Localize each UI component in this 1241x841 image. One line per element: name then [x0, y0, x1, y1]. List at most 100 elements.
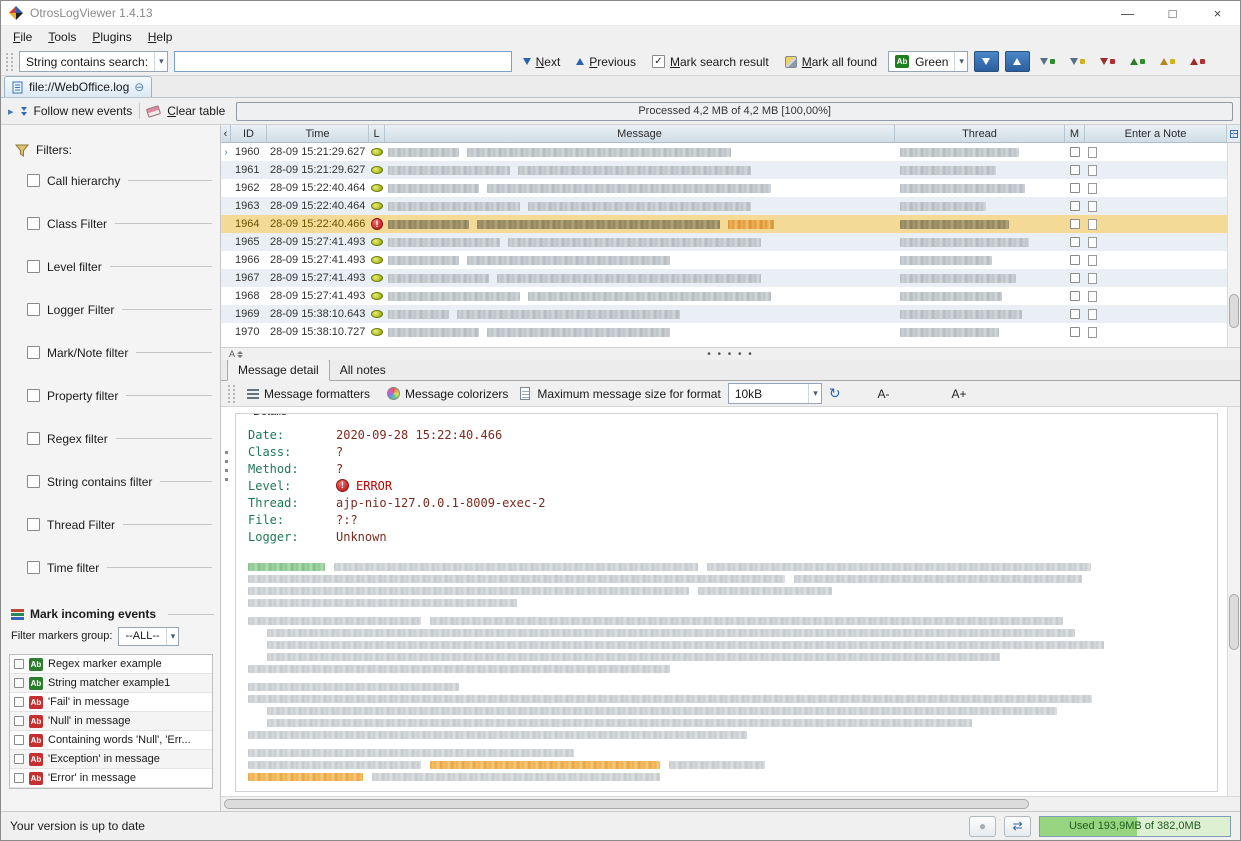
message-colorizers-button[interactable]: Message colorizers: [382, 384, 513, 404]
marker-checkbox[interactable]: [14, 678, 24, 688]
cell-note[interactable]: [1085, 197, 1227, 215]
column-header-thread[interactable]: Thread: [895, 125, 1065, 142]
search-mode-select[interactable]: String contains search: ▾: [19, 51, 168, 72]
column-header-id[interactable]: ID: [231, 125, 267, 142]
column-header-message[interactable]: Message: [385, 125, 895, 142]
marker-checkbox[interactable]: [14, 697, 24, 707]
row-mark-checkbox[interactable]: [1070, 183, 1080, 193]
marker-checkbox[interactable]: [14, 659, 24, 669]
filter-checkbox[interactable]: [27, 475, 40, 488]
marker-checkbox[interactable]: [14, 754, 24, 764]
filter-checkbox[interactable]: [27, 174, 40, 187]
row-mark-checkbox[interactable]: [1070, 309, 1080, 319]
filter-item[interactable]: Time filter: [1, 546, 220, 589]
cell-note[interactable]: [1085, 251, 1227, 269]
filter-item[interactable]: String contains filter: [1, 460, 220, 503]
filter-checkbox[interactable]: [27, 346, 40, 359]
markers-group-select[interactable]: --ALL-- ▾: [118, 627, 179, 646]
scroll-to-bottom-button[interactable]: [974, 51, 999, 72]
filter-item[interactable]: Mark/Note filter: [1, 331, 220, 374]
filter-item[interactable]: Level filter: [1, 245, 220, 288]
scrollbar-thumb[interactable]: [1229, 594, 1239, 650]
collapse-left-icon[interactable]: ‹: [224, 128, 228, 140]
log-row-1963[interactable]: 1963 28-09 15:22:40.464: [221, 197, 1227, 215]
log-row-1969[interactable]: 1969 28-09 15:38:10.643: [221, 305, 1227, 323]
log-row-1967[interactable]: 1967 28-09 15:27:41.493: [221, 269, 1227, 287]
marker-row[interactable]: Ab 'Exception' in message: [10, 750, 212, 769]
filter-item[interactable]: Call hierarchy: [1, 159, 220, 202]
column-header-mark[interactable]: M: [1065, 125, 1085, 142]
detail-horizontal-scrollbar[interactable]: [221, 796, 1240, 811]
row-mark-checkbox[interactable]: [1070, 147, 1080, 157]
jump-prev-marked-yellow-button[interactable]: [1156, 51, 1180, 72]
close-button[interactable]: ×: [1195, 1, 1240, 25]
max-size-select[interactable]: 10kB ▾: [728, 383, 822, 404]
filter-item[interactable]: Class Filter: [1, 202, 220, 245]
menu-item-help[interactable]: Help: [140, 28, 181, 46]
detail-vertical-scrollbar[interactable]: [1227, 407, 1240, 796]
marker-checkbox[interactable]: [14, 773, 24, 783]
menu-item-file[interactable]: File: [5, 28, 40, 46]
jump-prev-marked-green-button[interactable]: [1126, 51, 1150, 72]
tab-message-detail[interactable]: Message detail: [227, 359, 330, 381]
filter-item[interactable]: Thread Filter: [1, 503, 220, 546]
mark-all-found-button[interactable]: Mark all found: [780, 52, 882, 72]
table-columns-config-button[interactable]: [1227, 125, 1240, 143]
jump-next-marked-yellow-button[interactable]: [1066, 51, 1090, 72]
table-vertical-scrollbar[interactable]: [1227, 125, 1240, 347]
marker-checkbox[interactable]: [14, 735, 24, 745]
log-row-1964[interactable]: 1964 28-09 15:22:40.466 !: [221, 215, 1227, 233]
filter-item[interactable]: Regex filter: [1, 417, 220, 460]
row-mark-checkbox[interactable]: [1070, 291, 1080, 301]
cell-note[interactable]: [1085, 323, 1227, 341]
filter-checkbox[interactable]: [27, 432, 40, 445]
filter-checkbox[interactable]: [27, 561, 40, 574]
filter-checkbox[interactable]: [27, 518, 40, 531]
menu-item-tools[interactable]: Tools: [40, 28, 84, 46]
row-mark-checkbox[interactable]: [1070, 237, 1080, 247]
jump-next-marked-green-button[interactable]: [1036, 51, 1060, 72]
marker-row[interactable]: Ab 'Fail' in message: [10, 693, 212, 712]
cell-note[interactable]: [1085, 233, 1227, 251]
gc-button[interactable]: ●: [969, 816, 996, 837]
marker-row[interactable]: Ab 'Error' in message: [10, 769, 212, 788]
filter-checkbox[interactable]: [27, 303, 40, 316]
filter-checkbox[interactable]: [27, 389, 40, 402]
splitter-handle[interactable]: • • • • •: [707, 349, 754, 360]
log-row-1965[interactable]: 1965 28-09 15:27:41.493: [221, 233, 1227, 251]
row-mark-checkbox[interactable]: [1070, 327, 1080, 337]
filter-checkbox[interactable]: [27, 260, 40, 273]
menu-item-plugins[interactable]: Plugins: [84, 28, 139, 46]
marker-row[interactable]: Ab Containing words 'Null', 'Err...: [10, 731, 212, 750]
tab-all-notes[interactable]: All notes: [330, 360, 396, 380]
column-header-level[interactable]: L: [369, 125, 385, 142]
filter-item[interactable]: Property filter: [1, 374, 220, 417]
filter-checkbox[interactable]: [27, 217, 40, 230]
column-header-time[interactable]: Time: [267, 125, 369, 142]
refresh-format-icon[interactable]: ↻: [829, 385, 841, 402]
row-mark-checkbox[interactable]: [1070, 255, 1080, 265]
marker-row[interactable]: Ab 'Null' in message: [10, 712, 212, 731]
clear-table-button[interactable]: Clear table: [167, 104, 225, 118]
jump-prev-marked-red-button[interactable]: [1186, 51, 1210, 72]
font-smaller-button[interactable]: A-: [873, 384, 895, 404]
memory-usage-bar[interactable]: Used 193,9MB of 382,0MB: [1039, 816, 1231, 837]
cell-note[interactable]: [1085, 215, 1227, 233]
minimize-button[interactable]: —: [1105, 1, 1150, 25]
splitter-dots-handle[interactable]: [225, 451, 228, 487]
marker-checkbox[interactable]: [14, 716, 24, 726]
horizontal-splitter[interactable]: A • • • • •: [221, 347, 1240, 360]
scrollbar-thumb[interactable]: [224, 799, 1029, 809]
file-tab[interactable]: file://WebOffice.log ⊖: [4, 76, 152, 97]
row-mark-checkbox[interactable]: [1070, 219, 1080, 229]
jump-next-marked-red-button[interactable]: [1096, 51, 1120, 72]
sync-button[interactable]: ⇄: [1004, 816, 1031, 837]
scrollbar-thumb[interactable]: [1229, 294, 1239, 328]
mark-search-result-toggle[interactable]: ✓ Mark search result: [647, 52, 774, 72]
toolbar-grip[interactable]: [228, 385, 235, 403]
filter-item[interactable]: Logger Filter: [1, 288, 220, 331]
cell-note[interactable]: [1085, 287, 1227, 305]
toolbar-grip[interactable]: [6, 53, 13, 71]
cell-note[interactable]: [1085, 269, 1227, 287]
follow-new-events-toggle[interactable]: Follow new events: [34, 104, 133, 118]
